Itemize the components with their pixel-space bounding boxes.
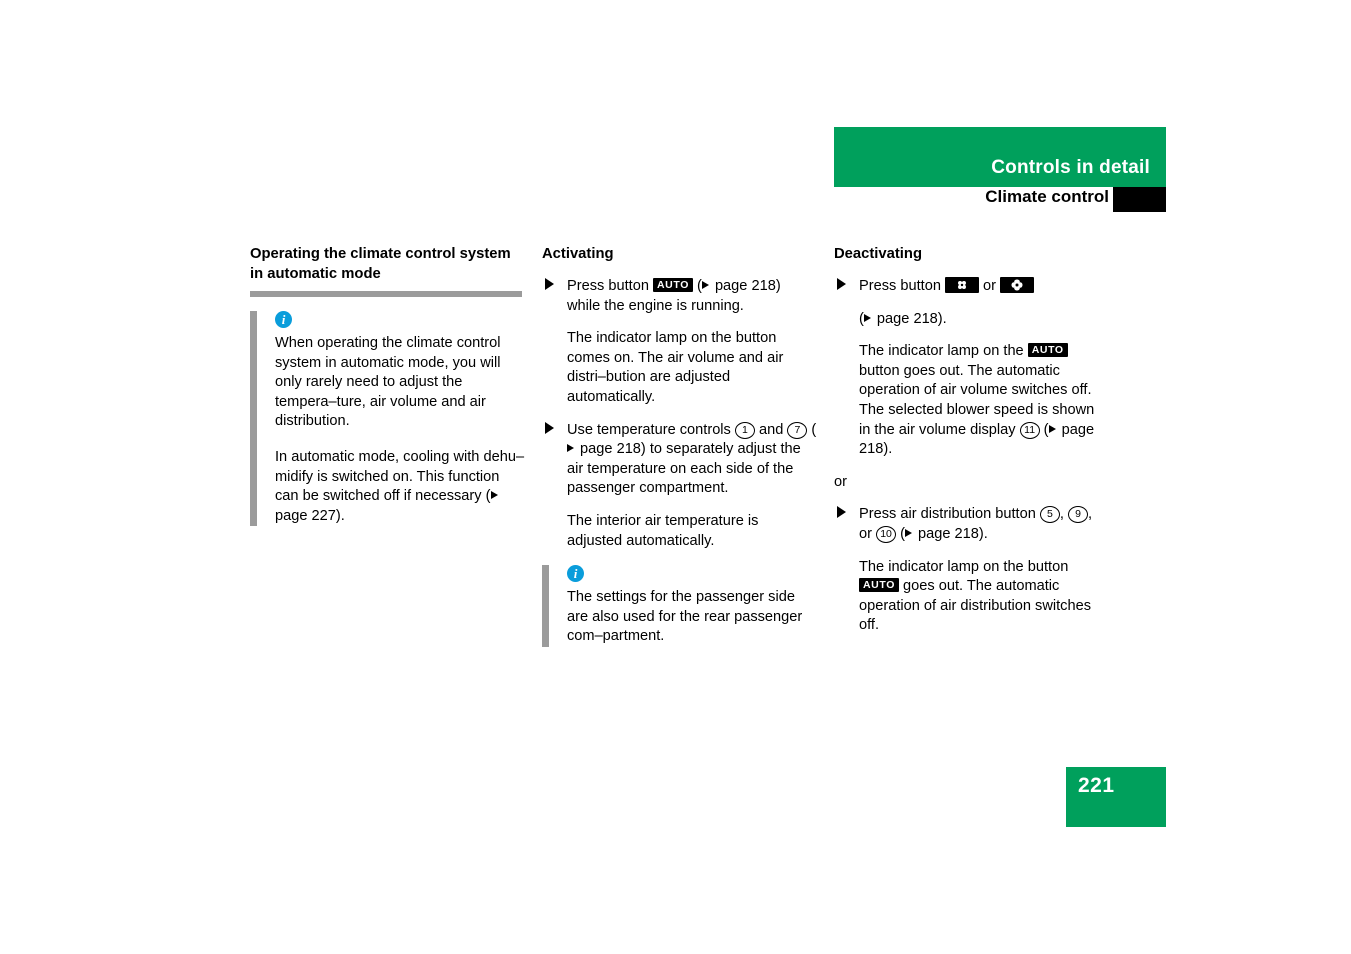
callout-number: 9	[1068, 506, 1088, 524]
step-text: (	[692, 278, 702, 294]
note-paragraph: The settings for the passenger side are …	[567, 589, 803, 645]
step-result: The indicator lamp on the AUTO button go…	[859, 342, 1109, 460]
info-note-middle: i The settings for the passenger side ar…	[542, 565, 817, 647]
auto-button-badge: AUTO	[859, 578, 899, 593]
step-text: or	[979, 278, 1001, 294]
step-text: (	[896, 525, 905, 542]
step-text: Press air distribution button	[859, 506, 1040, 523]
callout-number: 5	[1039, 506, 1060, 524]
or-separator-label: or	[834, 473, 847, 490]
step-text: and	[754, 421, 788, 438]
step-text: The indicator lamp on the button	[859, 558, 1069, 575]
section-title: Climate control	[985, 187, 1109, 206]
callout-number: 1	[734, 421, 755, 439]
left-column: Operating the climate control system in …	[250, 244, 525, 527]
step-instruction: Press air distribution button 5, 9, or 1…	[859, 505, 1109, 544]
page-ref-triangle-icon	[863, 313, 871, 322]
step-instruction: Use temperature controls 1 and 7 ( page …	[567, 421, 817, 499]
note-paragraph-text: In automatic mode, cooling with dehu–mid…	[275, 448, 525, 505]
chapter-title: Controls in detail	[991, 157, 1150, 178]
note-paragraph-ref: page 227).	[275, 507, 345, 524]
callout-number: 11	[1019, 421, 1040, 439]
step-text: page 218).	[913, 525, 988, 542]
step-item: Press button AUTO ( page 218) while the …	[542, 277, 817, 408]
middle-column-heading: Activating	[542, 246, 614, 262]
step-instruction-cont: ( page 218).	[859, 310, 1109, 330]
step-text: The indicator lamp on the	[859, 343, 1028, 360]
step-text: Press button	[567, 278, 653, 294]
step-text: Press button	[859, 278, 945, 294]
info-icon: i	[275, 311, 292, 328]
step-text: (	[807, 421, 817, 438]
triangle-bullet-icon	[545, 278, 554, 290]
left-column-heading: Operating the climate control system in …	[250, 246, 511, 282]
step-text: page 218).	[872, 310, 947, 327]
step-item: Press button or ( page 218). The indicat…	[834, 277, 1109, 460]
triangle-bullet-icon	[837, 278, 846, 290]
page-ref-triangle-icon	[1048, 424, 1056, 433]
page-ref-triangle-icon	[701, 281, 709, 289]
step-instruction: Press button AUTO ( page 218) while the …	[567, 277, 817, 316]
step-result: The interior air temperature is adjusted…	[567, 512, 759, 549]
middle-column: Activating Press button AUTO ( page 218)…	[542, 244, 817, 647]
note-paragraph: When operating the climate control syste…	[275, 335, 501, 430]
step-text: (	[1039, 421, 1049, 438]
step-text: ,	[1059, 506, 1068, 523]
step-instruction: Press button or	[859, 277, 1109, 297]
thumb-index-tab	[1113, 187, 1166, 212]
recirculation-fan-icon	[945, 277, 979, 293]
info-icon: i	[567, 565, 584, 583]
step-text: page 218) to separately adjust the air t…	[567, 441, 801, 497]
section-header-row: Climate control	[834, 187, 1166, 212]
auto-button-badge: AUTO	[653, 278, 693, 292]
note-accent-bar	[542, 565, 549, 647]
callout-number: 10	[876, 525, 897, 543]
triangle-bullet-icon	[545, 421, 554, 434]
page-ref-triangle-icon	[490, 491, 498, 500]
page-ref-triangle-icon	[567, 444, 574, 453]
auto-button-badge: AUTO	[1027, 343, 1068, 358]
note-accent-bar	[250, 311, 257, 527]
blower-fan-icon	[1000, 277, 1035, 293]
page-header-band: Controls in detail	[834, 127, 1166, 187]
right-column-heading: Deactivating	[834, 246, 922, 262]
step-item: Press air distribution button 5, 9, or 1…	[834, 505, 1109, 636]
step-text: Use temperature controls	[567, 421, 735, 438]
info-note-left: i When operating the climate control sys…	[250, 311, 525, 527]
triangle-bullet-icon	[837, 506, 846, 519]
step-result: The indicator lamp on the button comes o…	[567, 330, 784, 405]
step-item: Use temperature controls 1 and 7 ( page …	[542, 421, 817, 552]
page-number: 221	[1078, 774, 1115, 797]
page-number-block: 221	[1066, 767, 1166, 827]
page-ref-triangle-icon	[904, 528, 912, 537]
heading-rule	[250, 291, 522, 297]
right-column: Deactivating Press button or ( page 218)…	[834, 244, 1109, 636]
callout-number: 7	[787, 421, 808, 439]
note-paragraph: In automatic mode, cooling with dehu–mid…	[275, 448, 525, 526]
step-result: The indicator lamp on the button AUTO go…	[859, 558, 1109, 636]
